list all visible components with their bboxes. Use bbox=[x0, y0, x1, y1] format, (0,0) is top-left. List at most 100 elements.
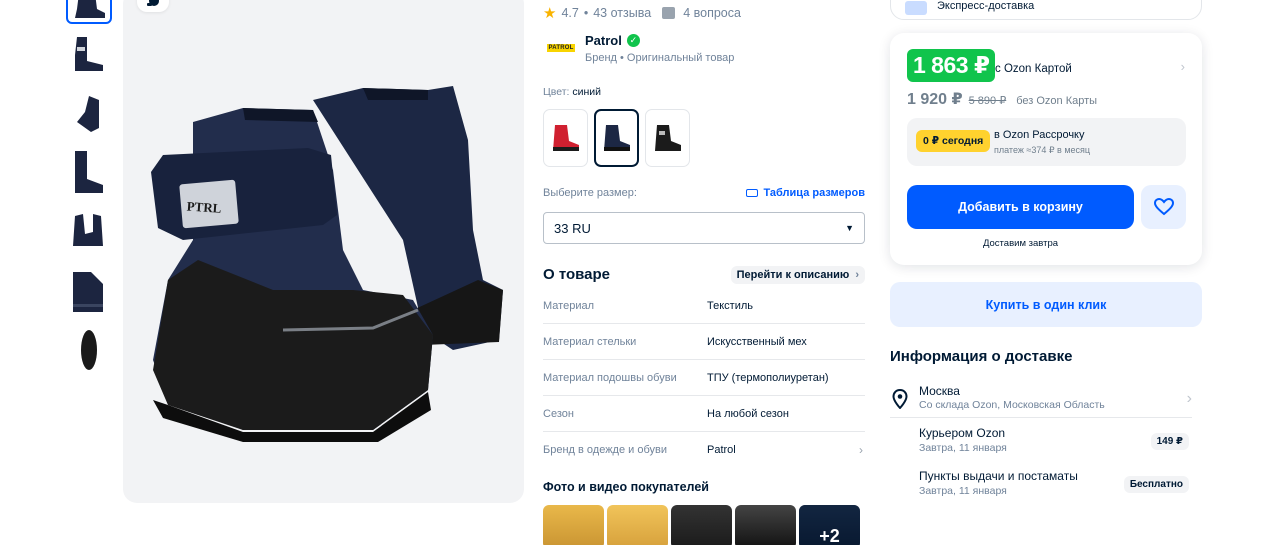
brand-block[interactable]: PATROL Patrol ✓ Бренд • Оригинальный това… bbox=[543, 30, 734, 66]
about-title: О товаре bbox=[543, 266, 611, 283]
chevron-right-icon: › bbox=[1186, 390, 1192, 407]
ozon-card-price: 1 863 ₽ bbox=[907, 49, 996, 82]
reviews-link[interactable]: 43 отзыва bbox=[593, 6, 651, 20]
thumbnail-1[interactable] bbox=[66, 0, 112, 24]
spec-row: Сезон На любой сезон bbox=[543, 396, 865, 432]
rating-score: 4.7 bbox=[561, 6, 579, 20]
swatch-black[interactable] bbox=[645, 109, 690, 167]
customer-photos: +2 bbox=[543, 505, 860, 545]
color-label-prefix: Цвет: bbox=[543, 86, 570, 98]
regular-price: 1 920 ₽ bbox=[907, 91, 963, 108]
spec-row: Материал подошвы обуви ТПУ (термополиуре… bbox=[543, 360, 865, 396]
spec-key: Бренд в одежде и обуви bbox=[543, 444, 668, 456]
thumbnail-2[interactable] bbox=[66, 27, 112, 83]
boots-image: PTRL bbox=[151, 86, 503, 442]
caret-down-icon: ▼ bbox=[845, 223, 854, 233]
chevron-right-icon: › bbox=[859, 443, 863, 457]
chevron-right-icon[interactable]: › bbox=[1181, 59, 1185, 74]
delivery-option-price: Бесплатно bbox=[1123, 476, 1189, 493]
chevron-right-icon: › bbox=[855, 269, 859, 281]
spec-value: На любой сезон bbox=[707, 407, 789, 420]
thumbnail-3[interactable] bbox=[66, 86, 112, 142]
delivery-option: Пункты выдачи и постаматы Завтра, 11 янв… bbox=[919, 469, 1189, 505]
delivery-option-price: 149 ₽ bbox=[1150, 433, 1189, 450]
installment-block[interactable]: 0 ₽ сегодня в Ozon Рассрочку платеж ≈374… bbox=[907, 118, 1186, 166]
delivery-option-name: Курьером Ozon bbox=[919, 426, 1006, 440]
rating-separator: • bbox=[583, 6, 589, 20]
express-delivery-text: Экспресс-доставка bbox=[937, 0, 1035, 12]
customer-photo[interactable] bbox=[543, 505, 604, 545]
thumbnail-4[interactable] bbox=[66, 145, 112, 201]
thumbnail-5[interactable] bbox=[66, 204, 112, 260]
brand-logo: PATROL bbox=[543, 30, 579, 66]
spec-key: Материал bbox=[543, 299, 594, 312]
installment-badge: 0 ₽ сегодня bbox=[916, 130, 991, 152]
color-value: синий bbox=[572, 86, 602, 98]
main-product-photo[interactable]: PTRL bbox=[123, 0, 524, 503]
spec-value: Искусственный мех bbox=[707, 335, 807, 348]
delivery-city: Москва bbox=[919, 384, 960, 398]
questions-link[interactable]: 4 вопроса bbox=[683, 6, 741, 20]
brand-subtitle: Бренд • Оригинальный товар bbox=[585, 52, 735, 64]
spec-key: Материал подошвы обуви bbox=[543, 371, 677, 384]
old-price: 5 890 ₽ bbox=[968, 95, 1007, 107]
installment-subtitle: платеж ≈374 ₽ в месяц bbox=[994, 145, 1091, 155]
spec-value: Текстиль bbox=[707, 299, 753, 312]
star-icon: ★ bbox=[543, 5, 557, 22]
color-label: Цвет: синий bbox=[543, 86, 601, 98]
go-to-description-link[interactable]: Перейти к описанию › bbox=[730, 266, 865, 284]
delivery-option-date: Завтра, 11 января bbox=[919, 442, 1007, 454]
express-delivery-icon bbox=[905, 1, 927, 15]
swatch-red[interactable] bbox=[543, 109, 588, 167]
thumbnail-7[interactable] bbox=[66, 322, 112, 378]
ruler-icon bbox=[746, 189, 759, 197]
size-table-link[interactable]: Таблица размеров bbox=[746, 187, 865, 199]
delivery-warehouse: Со склада Ozon, Московская Область bbox=[919, 399, 1105, 411]
rating-row: ★ 4.7 • 43 отзыва 4 вопроса bbox=[543, 4, 741, 22]
thumbnail-strip bbox=[66, 0, 114, 381]
delivery-title: Информация о доставке bbox=[890, 348, 1073, 365]
customer-photo-more[interactable]: +2 bbox=[799, 505, 860, 545]
spec-row: Материал стельки Искусственный мех bbox=[543, 324, 865, 360]
customer-photos-title: Фото и видео покупателей bbox=[543, 480, 709, 494]
spec-key: Сезон bbox=[543, 407, 574, 420]
size-selected-value: 33 RU bbox=[554, 220, 591, 236]
installment-title: в Ozon Рассрочку bbox=[994, 129, 1085, 141]
add-to-cart-button[interactable]: Добавить в корзину bbox=[907, 185, 1134, 229]
heart-icon bbox=[1153, 198, 1174, 216]
thumbnail-6[interactable] bbox=[66, 263, 112, 319]
spec-row: Материал Текстиль bbox=[543, 288, 865, 324]
size-row: Выберите размер: Таблица размеров bbox=[543, 187, 865, 199]
question-icon bbox=[662, 7, 676, 19]
customer-photo[interactable] bbox=[671, 505, 732, 545]
size-select[interactable]: 33 RU ▼ bbox=[543, 212, 865, 244]
regular-price-label: без Ozon Карты bbox=[1016, 95, 1098, 107]
verified-check-icon: ✓ bbox=[626, 34, 640, 47]
spec-value: Patrol bbox=[707, 444, 736, 456]
swatch-navy[interactable] bbox=[594, 109, 639, 167]
location-pin-icon bbox=[892, 389, 908, 409]
express-delivery-card[interactable]: Экспресс-доставка bbox=[890, 0, 1202, 20]
size-table-label: Таблица размеров bbox=[763, 187, 865, 199]
ozon-card-label: с Ozon Картой bbox=[995, 63, 1072, 75]
color-swatches bbox=[543, 109, 690, 167]
customer-photo[interactable] bbox=[607, 505, 668, 545]
brand-logo-text: PATROL bbox=[546, 44, 576, 52]
spec-value: ТПУ (термополиуретан) bbox=[707, 371, 829, 384]
customer-photo[interactable] bbox=[735, 505, 796, 545]
specs-list: Материал Текстиль Материал стельки Искус… bbox=[543, 288, 865, 468]
spec-row-brand[interactable]: Бренд в одежде и обуви Patrol › bbox=[543, 432, 865, 468]
more-photos-count: +2 bbox=[799, 505, 860, 545]
size-label: Выберите размер: bbox=[543, 187, 637, 199]
regular-price-row: 1 920 ₽ 5 890 ₽ без Ozon Карты bbox=[907, 89, 1097, 109]
delivery-option: Курьером Ozon Завтра, 11 января 149 ₽ bbox=[919, 426, 1189, 462]
buy-one-click-button[interactable]: Купить в один клик bbox=[890, 282, 1202, 327]
price-card: 1 863 ₽ с Ozon Картой › 1 920 ₽ 5 890 ₽ … bbox=[890, 33, 1202, 265]
strap-badge-text: PTRL bbox=[186, 198, 222, 215]
go-to-description-label: Перейти к описанию bbox=[736, 269, 850, 281]
delivery-location[interactable]: Москва Со склада Ozon, Московская Област… bbox=[890, 382, 1192, 418]
favorite-button[interactable] bbox=[1141, 185, 1186, 229]
brand-name: Patrol bbox=[585, 33, 622, 48]
spec-key: Материал стельки bbox=[543, 335, 637, 348]
delivery-note: Доставим завтра bbox=[982, 238, 1059, 249]
